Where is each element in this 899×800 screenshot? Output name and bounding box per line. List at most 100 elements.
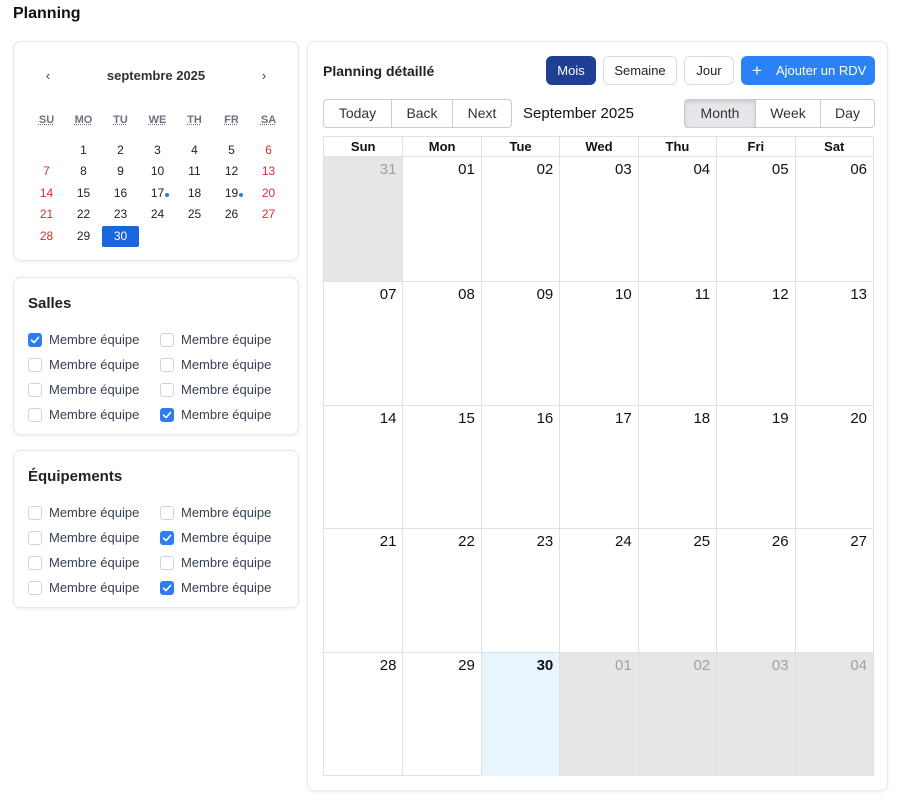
chevron-right-icon[interactable]: › bbox=[254, 66, 274, 86]
checkbox-unchecked[interactable] bbox=[28, 382, 42, 397]
calendar-day-cell[interactable]: 09 bbox=[480, 280, 560, 405]
checkbox-unchecked[interactable] bbox=[28, 580, 42, 595]
salles-checkbox-item[interactable]: Membre équipe bbox=[160, 327, 292, 352]
calendar-day-number[interactable]: 03 bbox=[772, 657, 789, 674]
calendar-day-cell[interactable]: 23 bbox=[480, 528, 560, 653]
chevron-left-icon[interactable]: ‹ bbox=[38, 66, 58, 86]
calendar-day-cell[interactable]: 25 bbox=[637, 528, 717, 653]
calendar-day-number[interactable]: 23 bbox=[537, 533, 554, 550]
checkbox-checked[interactable] bbox=[28, 332, 42, 347]
mini-day[interactable]: 18 bbox=[176, 183, 213, 204]
checkbox-unchecked[interactable] bbox=[28, 407, 42, 422]
equipements-checkbox-item[interactable]: Membre équipe bbox=[160, 550, 292, 575]
checkbox-unchecked[interactable] bbox=[28, 357, 42, 372]
salles-checkbox-item[interactable]: Membre équipe bbox=[160, 377, 292, 402]
calendar-day-cell[interactable]: 05 bbox=[716, 157, 794, 281]
calendar-day-number[interactable]: 03 bbox=[615, 161, 632, 178]
checkbox-unchecked[interactable] bbox=[28, 555, 42, 570]
calendar-day-number[interactable]: 08 bbox=[458, 286, 475, 303]
view-jour-button[interactable]: Jour bbox=[684, 56, 734, 85]
mini-day[interactable]: 24 bbox=[139, 204, 176, 225]
calendar-day-number[interactable]: 16 bbox=[537, 410, 554, 427]
calendar-day-number[interactable]: 29 bbox=[458, 657, 475, 674]
salles-checkbox-item[interactable]: Membre équipe bbox=[28, 327, 160, 352]
week-view-button[interactable]: Week bbox=[755, 99, 821, 128]
calendar-day-cell[interactable]: 17 bbox=[559, 404, 638, 529]
calendar-day-cell[interactable]: 12 bbox=[716, 280, 795, 405]
mini-day[interactable]: 14 bbox=[28, 183, 65, 204]
calendar-day-cell[interactable]: 15 bbox=[402, 404, 481, 529]
calendar-day-cell[interactable]: 03 bbox=[559, 157, 637, 281]
mini-day[interactable]: 5 bbox=[213, 140, 250, 161]
back-button[interactable]: Back bbox=[391, 99, 453, 128]
view-semaine-button[interactable]: Semaine bbox=[603, 56, 677, 85]
equipements-checkbox-item[interactable]: Membre équipe bbox=[28, 550, 160, 575]
mini-day[interactable]: 3 bbox=[139, 140, 176, 161]
checkbox-unchecked[interactable] bbox=[160, 382, 174, 397]
mini-day[interactable]: 8 bbox=[65, 161, 102, 182]
calendar-day-cell[interactable]: 08 bbox=[402, 280, 481, 405]
mini-day[interactable]: 19 bbox=[213, 183, 250, 204]
calendar-day-cell[interactable]: 29 bbox=[402, 652, 481, 776]
salles-checkbox-item[interactable]: Membre équipe bbox=[160, 402, 292, 427]
calendar-day-cell[interactable]: 22 bbox=[402, 528, 481, 653]
calendar-day-cell[interactable]: 27 bbox=[794, 528, 873, 653]
calendar-day-number[interactable]: 24 bbox=[615, 533, 632, 550]
mini-day[interactable]: 9 bbox=[102, 161, 139, 182]
calendar-day-number[interactable]: 27 bbox=[850, 533, 867, 550]
calendar-day-number[interactable]: 10 bbox=[615, 286, 632, 303]
salles-checkbox-item[interactable]: Membre équipe bbox=[28, 377, 160, 402]
calendar-day-number[interactable]: 12 bbox=[772, 286, 789, 303]
calendar-day-number[interactable]: 04 bbox=[693, 161, 710, 178]
mini-day[interactable]: 22 bbox=[65, 204, 102, 225]
mini-day[interactable]: 26 bbox=[213, 204, 250, 225]
calendar-day-number[interactable]: 02 bbox=[537, 161, 554, 178]
day-view-button[interactable]: Day bbox=[820, 99, 875, 128]
calendar-day-number[interactable]: 28 bbox=[380, 657, 397, 674]
calendar-day-cell[interactable]: 19 bbox=[716, 404, 795, 529]
calendar-day-cell-off-range[interactable]: 31 bbox=[324, 157, 403, 281]
salles-checkbox-item[interactable]: Membre équipe bbox=[28, 352, 160, 377]
view-mois-button[interactable]: Mois bbox=[546, 56, 596, 85]
calendar-day-number[interactable]: 01 bbox=[458, 161, 475, 178]
mini-day[interactable]: 6 bbox=[250, 140, 287, 161]
mini-day[interactable]: 29 bbox=[65, 226, 102, 247]
equipements-checkbox-item[interactable]: Membre équipe bbox=[28, 525, 160, 550]
mini-day[interactable]: 1 bbox=[65, 140, 102, 161]
calendar-day-cell[interactable]: 01 bbox=[402, 157, 480, 281]
calendar-day-cell-today[interactable]: 30 bbox=[480, 652, 560, 776]
checkbox-unchecked[interactable] bbox=[160, 505, 174, 520]
mini-day[interactable]: 15 bbox=[65, 183, 102, 204]
checkbox-unchecked[interactable] bbox=[160, 332, 174, 347]
mini-day[interactable]: 23 bbox=[102, 204, 139, 225]
equipements-checkbox-item[interactable]: Membre équipe bbox=[160, 575, 292, 600]
calendar-day-cell[interactable]: 16 bbox=[480, 404, 560, 529]
calendar-day-cell[interactable]: 18 bbox=[637, 404, 717, 529]
calendar-day-number[interactable]: 21 bbox=[380, 533, 397, 550]
calendar-day-number[interactable]: 20 bbox=[850, 410, 867, 427]
calendar-day-number[interactable]: 19 bbox=[772, 410, 789, 427]
today-button[interactable]: Today bbox=[323, 99, 392, 128]
mini-day[interactable]: 2 bbox=[102, 140, 139, 161]
calendar-day-cell[interactable]: 24 bbox=[559, 528, 638, 653]
equipements-checkbox-item[interactable]: Membre équipe bbox=[28, 575, 160, 600]
mini-day[interactable]: 17 bbox=[139, 183, 176, 204]
calendar-day-number[interactable]: 30 bbox=[537, 657, 554, 674]
calendar-day-number[interactable]: 07 bbox=[380, 286, 397, 303]
checkbox-unchecked[interactable] bbox=[28, 530, 42, 545]
mini-day[interactable]: 20 bbox=[250, 183, 287, 204]
calendar-day-number[interactable]: 13 bbox=[850, 286, 867, 303]
equipements-checkbox-item[interactable]: Membre équipe bbox=[160, 500, 292, 525]
next-button[interactable]: Next bbox=[452, 99, 512, 128]
calendar-day-number[interactable]: 11 bbox=[695, 286, 711, 303]
calendar-day-cell-off-range[interactable]: 03 bbox=[716, 652, 795, 776]
month-view-button[interactable]: Month bbox=[684, 99, 756, 128]
calendar-day-cell-off-range[interactable]: 01 bbox=[559, 652, 638, 776]
calendar-day-number[interactable]: 18 bbox=[693, 410, 710, 427]
calendar-day-number[interactable]: 05 bbox=[772, 161, 789, 178]
calendar-day-cell-off-range[interactable]: 02 bbox=[637, 652, 717, 776]
add-rdv-button[interactable]: + Ajouter un RDV bbox=[741, 56, 875, 85]
mini-day[interactable]: 21 bbox=[28, 204, 65, 225]
calendar-day-number[interactable]: 15 bbox=[458, 410, 475, 427]
calendar-day-cell[interactable]: 28 bbox=[324, 652, 403, 776]
